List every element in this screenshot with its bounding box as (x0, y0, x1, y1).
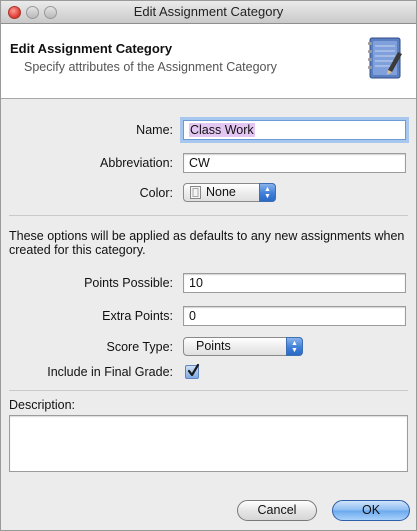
window-title: Edit Assignment Category (133, 4, 284, 19)
header-title: Edit Assignment Category (10, 41, 173, 56)
color-popup[interactable]: None ▲ ▼ (183, 183, 276, 202)
color-label: Color: (139, 186, 173, 200)
name-label: Name: (136, 123, 173, 137)
section-divider (9, 215, 408, 216)
abbreviation-field[interactable]: CW (183, 153, 406, 173)
popup-arrows-icon: ▲ ▼ (259, 183, 276, 202)
description-textarea[interactable] (9, 415, 408, 472)
name-field[interactable]: Class Work (183, 120, 406, 140)
extra-points-label: Extra Points: (102, 309, 173, 323)
points-possible-label: Points Possible: (84, 276, 173, 290)
color-value: None (206, 185, 236, 199)
points-possible-value: 10 (189, 276, 203, 290)
points-possible-field[interactable]: 10 (183, 273, 406, 293)
defaults-note: These options will be applied as default… (9, 229, 405, 257)
cancel-button[interactable]: Cancel (237, 500, 317, 521)
checkmark-icon (187, 364, 200, 377)
dialog-header: Edit Assignment Category Specify attribu… (1, 24, 416, 99)
section-divider (9, 390, 408, 391)
notebook-pencil-icon (368, 37, 402, 79)
popup-arrows-icon: ▲ ▼ (286, 337, 303, 356)
score-type-label: Score Type: (106, 340, 173, 354)
include-final-checkbox[interactable] (185, 364, 200, 379)
header-subtitle: Specify attributes of the Assignment Cat… (24, 60, 277, 74)
score-type-popup[interactable]: Points ▲ ▼ (183, 337, 303, 356)
abbreviation-label: Abbreviation: (100, 156, 173, 170)
include-final-label: Include in Final Grade: (47, 365, 173, 379)
ok-button[interactable]: OK (332, 500, 410, 521)
score-type-value: Points (196, 339, 231, 353)
title-bar[interactable]: Edit Assignment Category (1, 1, 416, 24)
extra-points-field[interactable]: 0 (183, 306, 406, 326)
description-label: Description: (9, 398, 75, 412)
dialog-window: Edit Assignment Category Edit Assignment… (0, 0, 417, 531)
color-swatch-icon (190, 186, 201, 199)
abbreviation-value: CW (189, 156, 210, 170)
extra-points-value: 0 (189, 309, 196, 323)
name-value: Class Work (189, 123, 255, 137)
